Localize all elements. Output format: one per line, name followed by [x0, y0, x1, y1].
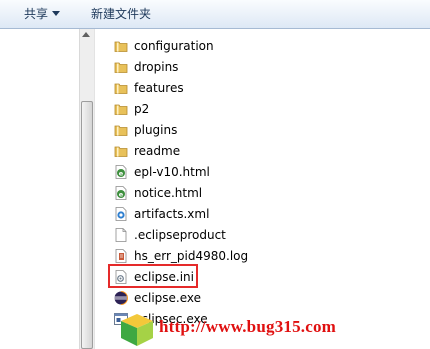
file-name: hs_err_pid4980.log	[134, 249, 249, 263]
folder-icon	[114, 83, 128, 94]
file-name: p2	[134, 102, 150, 116]
svg-text:e: e	[119, 169, 124, 177]
folder-icon	[114, 104, 128, 115]
file-name: configuration	[134, 39, 214, 53]
chevron-down-icon	[52, 11, 61, 16]
file-name: eclipsec.exe	[134, 312, 208, 326]
share-menu-button[interactable]: 共享	[24, 5, 61, 24]
svg-text:e: e	[119, 190, 124, 198]
file-name: readme	[134, 144, 181, 158]
file-name: eclipse.exe	[134, 291, 202, 305]
file-name: features	[134, 81, 184, 95]
navigation-scrollbar[interactable]	[79, 29, 95, 349]
log-file-icon	[115, 249, 127, 263]
scroll-up-arrow-icon[interactable]	[82, 32, 90, 37]
html-file-icon: e	[115, 165, 127, 179]
new-folder-button[interactable]: 新建文件夹	[91, 5, 151, 24]
file-list: configuration dropins features p2 plugin…	[95, 29, 430, 349]
xml-file-icon	[115, 207, 127, 221]
file-name: epl-v10.html	[134, 165, 210, 179]
console-exe-icon	[114, 313, 128, 325]
command-bar: 共享 新建文件夹	[0, 0, 430, 29]
highlight-box	[108, 264, 198, 288]
file-name: notice.html	[134, 186, 203, 200]
folder-icon	[114, 146, 128, 157]
file-name: .eclipseproduct	[134, 228, 226, 242]
folder-icon	[114, 41, 128, 52]
file-name: artifacts.xml	[134, 207, 210, 221]
navigation-pane[interactable]	[0, 29, 79, 349]
new-folder-label: 新建文件夹	[91, 7, 152, 21]
file-name: dropins	[134, 60, 179, 74]
file-name: plugins	[134, 123, 178, 137]
share-menu-label: 共享	[24, 7, 49, 21]
blank-file-icon	[115, 228, 127, 242]
html-file-icon: e	[115, 186, 127, 200]
folder-icon	[114, 62, 128, 73]
scrollbar-thumb[interactable]	[81, 101, 93, 349]
folder-icon	[114, 125, 128, 136]
eclipse-exe-icon	[114, 291, 128, 305]
